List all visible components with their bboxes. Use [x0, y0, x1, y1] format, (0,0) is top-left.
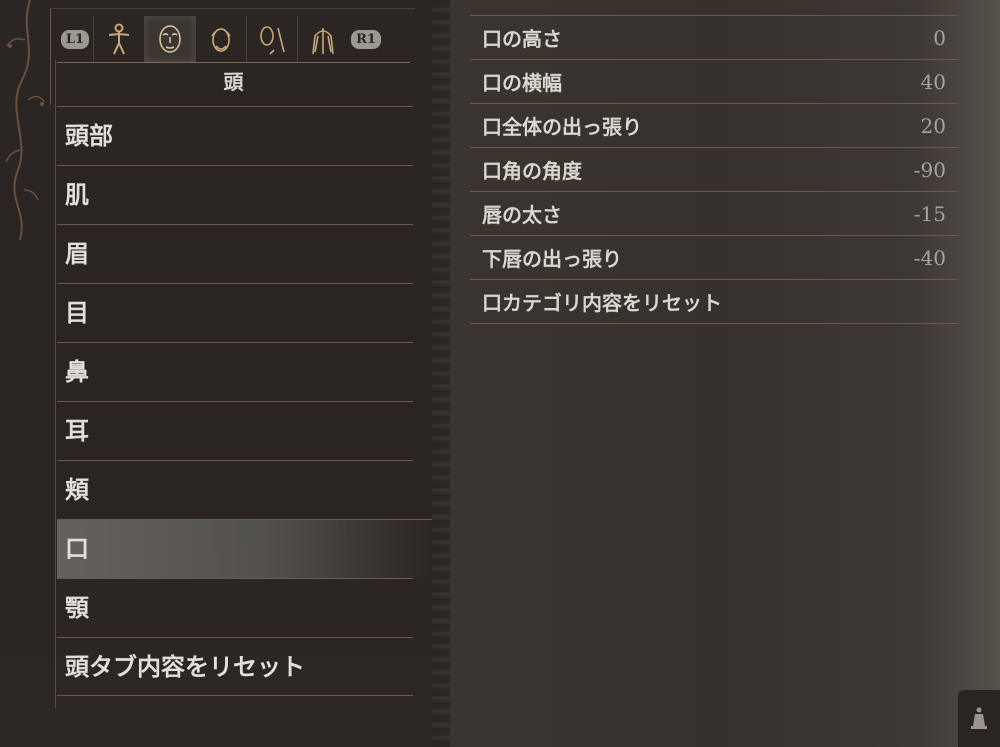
category-skin[interactable]: 肌: [57, 165, 413, 224]
category-list: 頭部 肌 眉 目 鼻 耳 頬 口 顎 頭タブ内容をリセット: [57, 106, 433, 696]
setting-mouth-protrusion[interactable]: 口全体の出っ張り 20: [470, 104, 958, 148]
torn-edge: [432, 0, 450, 747]
r1-label: R1: [351, 29, 381, 49]
body-figure-icon: [108, 23, 130, 55]
setting-label: 口カテゴリ内容をリセット: [482, 291, 722, 315]
torso-icon: [312, 28, 334, 55]
category-ears[interactable]: 耳: [57, 401, 413, 460]
setting-label: 口の高さ: [482, 27, 562, 51]
category-eyes[interactable]: 目: [57, 283, 413, 342]
tab-body[interactable]: [93, 16, 144, 62]
tab-hair[interactable]: [195, 16, 246, 62]
setting-value: -40: [913, 245, 946, 270]
setting-value: -90: [913, 157, 946, 182]
setting-label: 下唇の出っ張り: [482, 247, 622, 271]
category-head[interactable]: 頭部: [57, 106, 413, 165]
setting-lip-thickness[interactable]: 唇の太さ -15: [470, 192, 958, 236]
setting-value: 0: [933, 25, 946, 50]
hair-icon: [211, 28, 231, 52]
face-icon: [159, 25, 181, 53]
setting-mouth-width[interactable]: 口の横幅 40: [470, 60, 958, 104]
category-jaw[interactable]: 顎: [57, 578, 413, 637]
tab-accessory[interactable]: [246, 16, 297, 62]
tab-title: 頭: [223, 70, 244, 94]
vine-decoration-icon: [5, 0, 45, 240]
l1-label: L1: [60, 29, 90, 49]
setting-mouth-corner-angle[interactable]: 口角の角度 -90: [470, 148, 958, 192]
setting-label: 唇の太さ: [482, 203, 562, 227]
accessory-icon: [260, 26, 285, 55]
corner-menu-button[interactable]: [958, 690, 1000, 747]
setting-mouth-height[interactable]: 口の高さ 0: [470, 16, 958, 60]
reset-mouth-category-button[interactable]: 口カテゴリ内容をリセット: [470, 280, 958, 324]
category-cheeks[interactable]: 頬: [57, 460, 413, 519]
panel-divider: [55, 60, 56, 708]
setting-lower-lip-protrusion[interactable]: 下唇の出っ張り -40: [470, 236, 958, 280]
category-panel: L1 R1 頭 頭部 肌 眉 目 鼻 耳 頬 口 顎 頭タブ内容をリセット: [0, 0, 440, 747]
category-nose[interactable]: 鼻: [57, 342, 413, 401]
tab-bar: L1 R1: [57, 16, 410, 63]
reset-head-tab-button[interactable]: 頭タブ内容をリセット: [57, 637, 413, 696]
setting-value: 20: [920, 113, 946, 138]
next-tab-button[interactable]: R1: [348, 16, 384, 62]
category-eyebrows[interactable]: 眉: [57, 224, 413, 283]
mouth-settings-list: 口の高さ 0 口の横幅 40 口全体の出っ張り 20 口角の角度 -90 唇の太…: [470, 16, 958, 324]
setting-value: 40: [920, 69, 946, 94]
tab-face[interactable]: [144, 16, 195, 62]
category-mouth[interactable]: 口: [57, 519, 433, 578]
setting-label: 口角の角度: [482, 159, 582, 183]
tab-torso[interactable]: [297, 16, 348, 62]
setting-value: -15: [913, 201, 946, 226]
setting-label: 口の横幅: [482, 71, 562, 95]
prev-tab-button[interactable]: L1: [57, 16, 93, 62]
bell-icon: [971, 707, 987, 729]
setting-label: 口全体の出っ張り: [482, 115, 642, 139]
